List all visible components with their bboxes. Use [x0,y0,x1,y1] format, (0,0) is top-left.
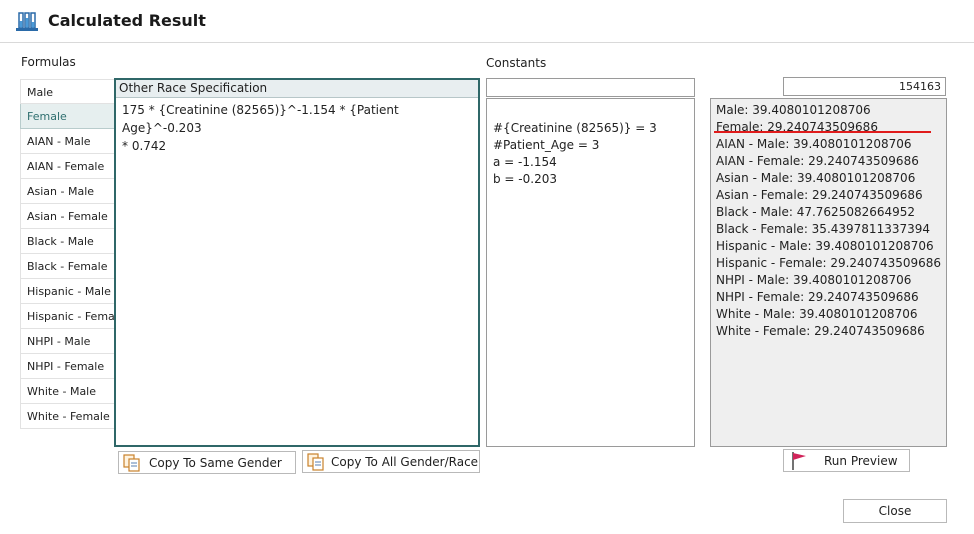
run-preview-button[interactable]: Run Preview [783,449,910,472]
formula-item[interactable]: White - Male [20,379,115,404]
window-title: Calculated Result [48,11,206,30]
formula-item[interactable]: White - Female [20,404,115,429]
lab-tubes-icon [16,12,38,31]
formula-editor[interactable]: 175 * {Creatinine (82565)}^-1.154 * {Pat… [116,98,478,158]
result-line: Asian - Male: 39.4080101208706 [716,171,916,185]
result-line: Black - Male: 47.7625082664952 [716,205,916,219]
formula-item[interactable]: Hispanic - Female [20,304,125,329]
constants-box[interactable]: #{Creatinine (82565)} = 3 #Patient_Age = … [486,98,695,447]
formula-item[interactable]: Black - Male [20,229,115,254]
formula-item[interactable]: NHPI - Female [20,354,115,379]
result-line: White - Male: 39.4080101208706 [716,307,918,321]
result-line: Hispanic - Male: 39.4080101208706 [716,239,934,253]
formula-item[interactable]: AIAN - Female [20,154,115,179]
formula-item[interactable]: Asian - Male [20,179,115,204]
result-line: Female: 29.240743509686 [716,120,878,134]
close-button[interactable]: Close [843,499,947,523]
result-line: AIAN - Female: 29.240743509686 [716,154,919,168]
flag-icon [792,451,806,470]
constants-input[interactable] [486,78,695,97]
constant-line: #{Creatinine (82565)} = 3 [493,121,657,135]
formula-item[interactable]: Hispanic - Male [20,279,115,304]
formula-list: Male Female AIAN - Male AIAN - Female Asian … [20,79,125,429]
result-id-input[interactable]: 154163 [783,77,946,96]
copy-to-all-button[interactable]: Copy To All Gender/Race [302,450,480,473]
spec-header: Other Race Specification [116,80,478,98]
result-line: Male: 39.4080101208706 [716,103,871,117]
result-line: White - Female: 29.240743509686 [716,324,925,338]
formula-spec-panel: Other Race Specification 175 * {Creatini… [114,78,480,447]
formula-item[interactable]: Black - Female [20,254,115,279]
result-line: NHPI - Female: 29.240743509686 [716,290,919,304]
copy-icon [123,453,140,472]
formula-item[interactable]: NHPI - Male [20,329,115,354]
formulas-label: Formulas [21,55,76,69]
constant-line: #Patient_Age = 3 [493,138,600,152]
formula-item[interactable]: Female [20,104,115,129]
result-line: AIAN - Male: 39.4080101208706 [716,137,912,151]
result-line: Black - Female: 35.4397811337394 [716,222,931,236]
constant-line: a = -1.154 [493,155,557,169]
result-line: Hispanic - Female: 29.240743509686 [716,256,942,270]
copy-icon [307,452,324,471]
constant-line: b = -0.203 [493,172,557,186]
close-label: Close [878,504,912,518]
formula-item[interactable]: Male [20,79,115,104]
formula-item[interactable]: Asian - Female [20,204,115,229]
formula-item[interactable]: AIAN - Male [20,129,115,154]
copy-to-same-gender-label: Copy To Same Gender [149,455,282,470]
highlight-underline [714,131,931,133]
result-line: NHPI - Male: 39.4080101208706 [716,273,912,287]
results-box: Male: 39.4080101208706 Female: 29.2407435… [710,98,947,447]
result-line: Asian - Female: 29.240743509686 [716,188,923,202]
run-preview-label: Run Preview [824,453,898,468]
constants-label: Constants [486,56,547,70]
copy-to-same-gender-button[interactable]: Copy To Same Gender [118,451,296,474]
copy-to-all-label: Copy To All Gender/Race [331,454,479,469]
